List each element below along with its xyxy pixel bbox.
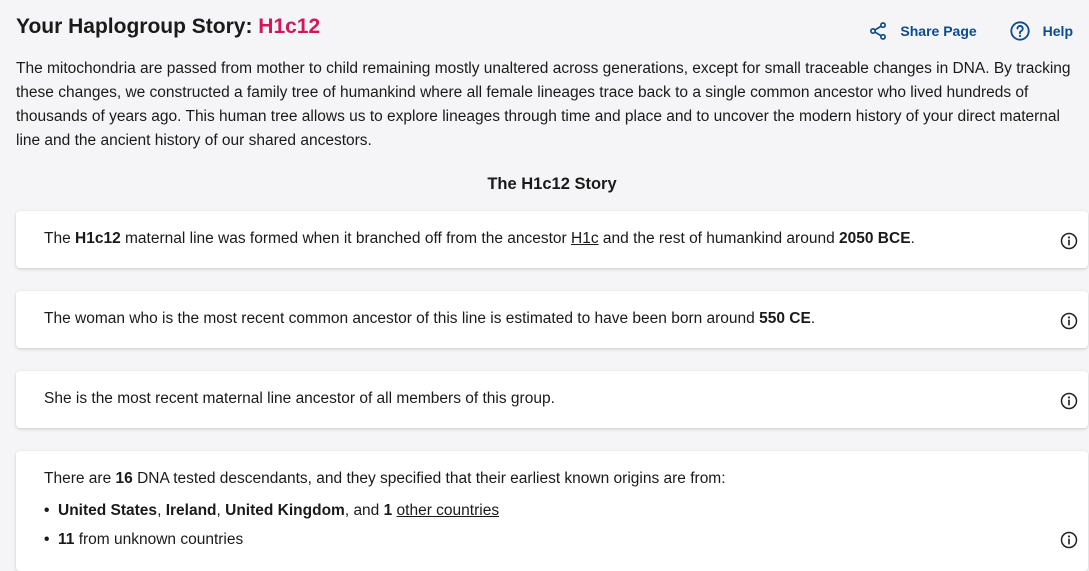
share-page-button[interactable]: Share Page [868,21,977,41]
info-icon[interactable] [1060,312,1078,330]
origins-countries: United States, Ireland, United Kingdom, … [58,496,499,525]
bullet: • [44,502,50,519]
page-header: Your Haplogroup Story: H1c12 Share Page … [16,12,1073,44]
haplogroup-name: H1c12 [75,230,121,247]
origins-list: • United States, Ireland, United Kingdom… [44,496,499,554]
text-segment: The woman who is the most recent common … [44,310,760,327]
other-countries-link[interactable]: other countries [397,502,500,519]
country-name: United States [58,502,158,519]
text-segment: DNA tested descendants, and they specifi… [132,470,726,487]
info-icon[interactable] [1060,232,1078,250]
mrca-date: 550 CE [759,310,811,327]
parent-haplogroup-link[interactable]: H1c [571,230,599,247]
text-segment: . [810,310,816,327]
list-item: • United States, Ireland, United Kingdom… [44,496,499,525]
other-country-count: 1 [383,502,393,519]
intro-paragraph: The mitochondria are passed from mother … [16,60,1071,149]
unknown-origins: 11 from unknown countries [58,525,243,554]
title-prefix: Your Haplogroup Story: [16,15,253,38]
descendants-text: There are 16 DNA tested descendants, and… [44,467,726,491]
descendant-count: 16 [115,470,133,487]
unknown-count: 11 [58,531,75,548]
text-segment: from unknown countries [74,531,244,548]
country-name: Ireland [165,502,217,519]
info-icon[interactable] [1060,392,1078,410]
ancestor-card: She is the most recent maternal line anc… [16,371,1088,428]
text-segment: maternal line was formed when it branche… [120,230,572,247]
branch-formed-text: The H1c12 maternal line was formed when … [44,227,915,251]
share-icon [870,22,887,40]
mrca-text: The woman who is the most recent common … [44,307,815,331]
share-page-label: Share Page [900,23,977,39]
help-button[interactable]: Help [1009,20,1073,42]
mrca-card: The woman who is the most recent common … [16,291,1088,348]
help-label: Help [1042,23,1073,39]
separator: , and [344,502,384,519]
help-icon [1010,21,1030,41]
text-segment: and the rest of humankind around [598,230,840,247]
separator: , [157,502,166,519]
text-segment: The [44,230,76,247]
text-segment: . [910,230,915,247]
formed-date: 2050 BCE [839,230,911,247]
header-actions: Share Page Help [868,20,1073,42]
bullet: • [44,531,50,548]
haplogroup-name: H1c12 [258,15,321,38]
descendants-card: There are 16 DNA tested descendants, and… [16,451,1088,571]
info-icon[interactable] [1060,531,1078,549]
text-segment: There are [44,470,116,487]
country-name: United Kingdom [225,502,345,519]
list-item: • 11 from unknown countries [44,525,499,554]
separator: , [216,502,226,519]
story-title: The H1c12 Story [487,175,617,193]
ancestor-text: She is the most recent maternal line anc… [44,390,555,407]
branch-formed-card: The H1c12 maternal line was formed when … [16,211,1088,268]
